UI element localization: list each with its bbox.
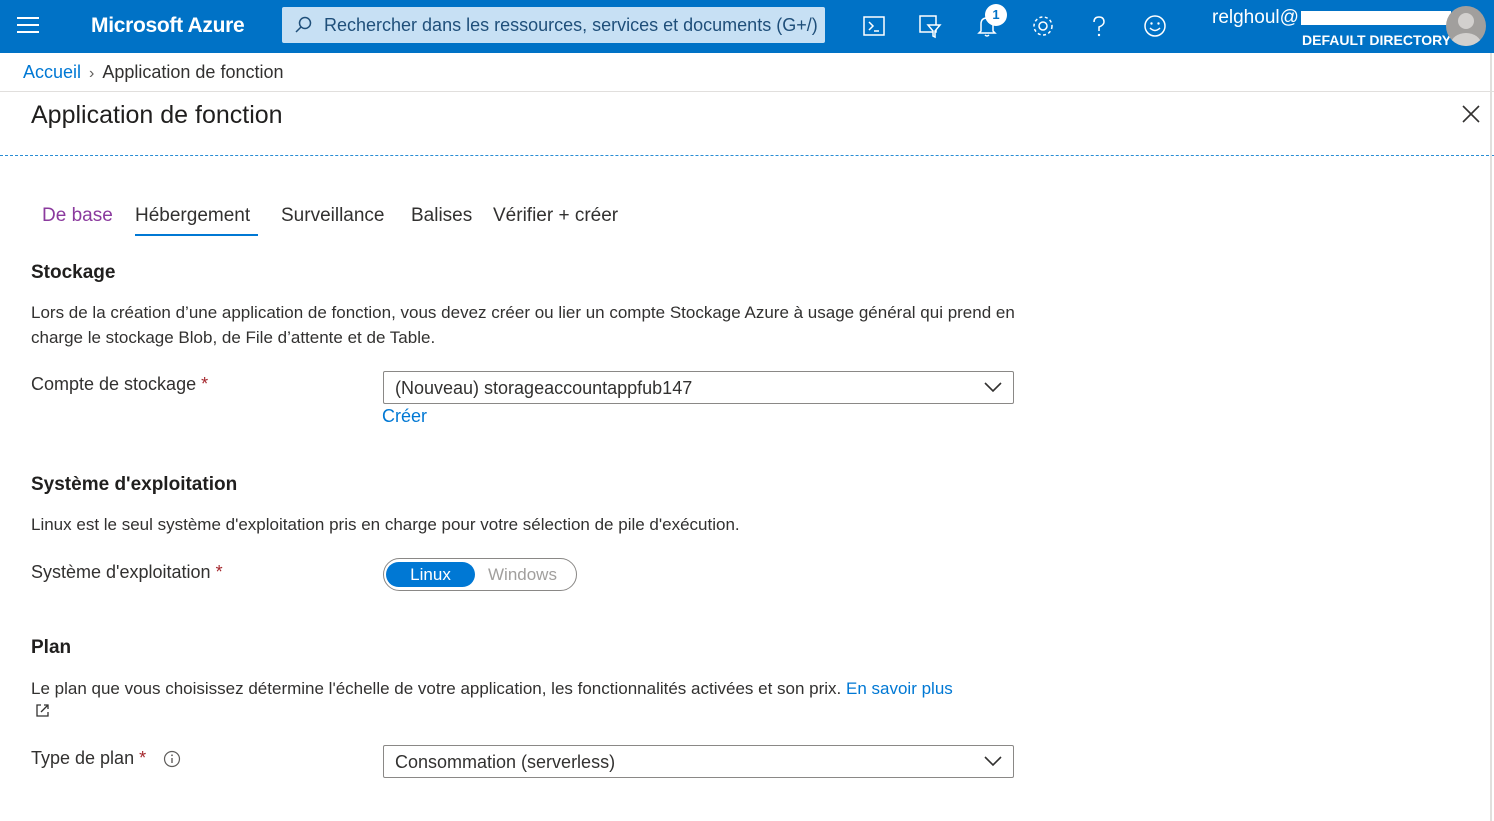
external-link-icon[interactable] [35,703,50,718]
required-mark: * [215,562,223,582]
section-title-storage: Stockage [31,262,116,283]
close-icon[interactable] [1460,103,1482,125]
tab-verifier-creer[interactable]: Vérifier + créer [493,205,618,227]
tab-de-base[interactable]: De base [42,205,113,227]
section-title-plan: Plan [31,637,72,658]
storage-account-select[interactable]: (Nouveau) storageaccountappfub147 [383,371,1014,404]
info-icon[interactable] [163,750,181,768]
storage-account-label: Compte de stockage * [31,374,209,394]
breadcrumb-home[interactable]: Accueil [23,62,81,82]
chevron-right-icon: › [89,65,95,82]
avatar[interactable] [1446,6,1486,46]
chevron-down-icon [984,756,1002,767]
directory-name: DEFAULT DIRECTORY [1302,32,1452,48]
plan-description: Le plan que vous choisissez détermine l'… [31,679,953,698]
scrollbar-edge [1490,53,1492,821]
feedback-icon[interactable] [1142,13,1168,39]
account-menu[interactable]: relghoul@ DEFAULT DIRECTORY [1212,7,1451,48]
active-tab-indicator [135,234,258,236]
menu-icon[interactable] [17,17,39,35]
storage-description: Lors de la création d’une application de… [31,303,1015,347]
redacted-mask [1301,11,1451,25]
top-bar: Microsoft Azure Rechercher dans les ress… [0,0,1494,53]
breadcrumb: Accueil › Application de fonction [23,62,283,83]
brand-title[interactable]: Microsoft Azure [91,14,245,38]
directory-filter-icon[interactable] [917,13,943,39]
page-title: Application de fonction [31,101,283,129]
os-label: Système d'exploitation * [31,562,223,582]
os-description: Linux est le seul système d'exploitation… [31,515,740,534]
user-icon [1451,13,1481,46]
search-icon [295,16,312,33]
account-email: relghoul@ [1212,7,1299,28]
tab-balises[interactable]: Balises [411,205,472,227]
notification-badge: 1 [985,4,1007,26]
help-icon[interactable] [1086,13,1112,39]
os-toggle: Linux Windows [383,558,577,591]
tab-hebergement[interactable]: Hébergement [135,205,250,227]
storage-account-value: (Nouveau) storageaccountappfub147 [395,378,693,398]
search-placeholder: Rechercher dans les ressources, services… [324,15,818,35]
breadcrumb-current: Application de fonction [102,62,284,82]
create-storage-link[interactable]: Créer [382,406,427,427]
chevron-down-icon [984,382,1002,393]
plan-type-label: Type de plan * [31,748,147,768]
search-box[interactable]: Rechercher dans les ressources, services… [282,7,825,43]
section-title-os: Système d'exploitation [31,474,238,495]
learn-more-link[interactable]: En savoir plus [846,679,953,698]
divider [0,91,1494,92]
required-mark: * [201,374,209,394]
header-divider [0,155,1494,156]
plan-type-value: Consommation (serverless) [395,752,616,772]
plan-type-select[interactable]: Consommation (serverless) [383,745,1014,778]
os-option-windows[interactable]: Windows [488,562,557,587]
settings-icon[interactable] [1030,13,1056,39]
os-option-linux[interactable]: Linux [386,562,475,587]
tab-surveillance[interactable]: Surveillance [281,205,385,227]
cloud-shell-icon[interactable] [861,13,887,39]
required-mark: * [139,748,147,768]
